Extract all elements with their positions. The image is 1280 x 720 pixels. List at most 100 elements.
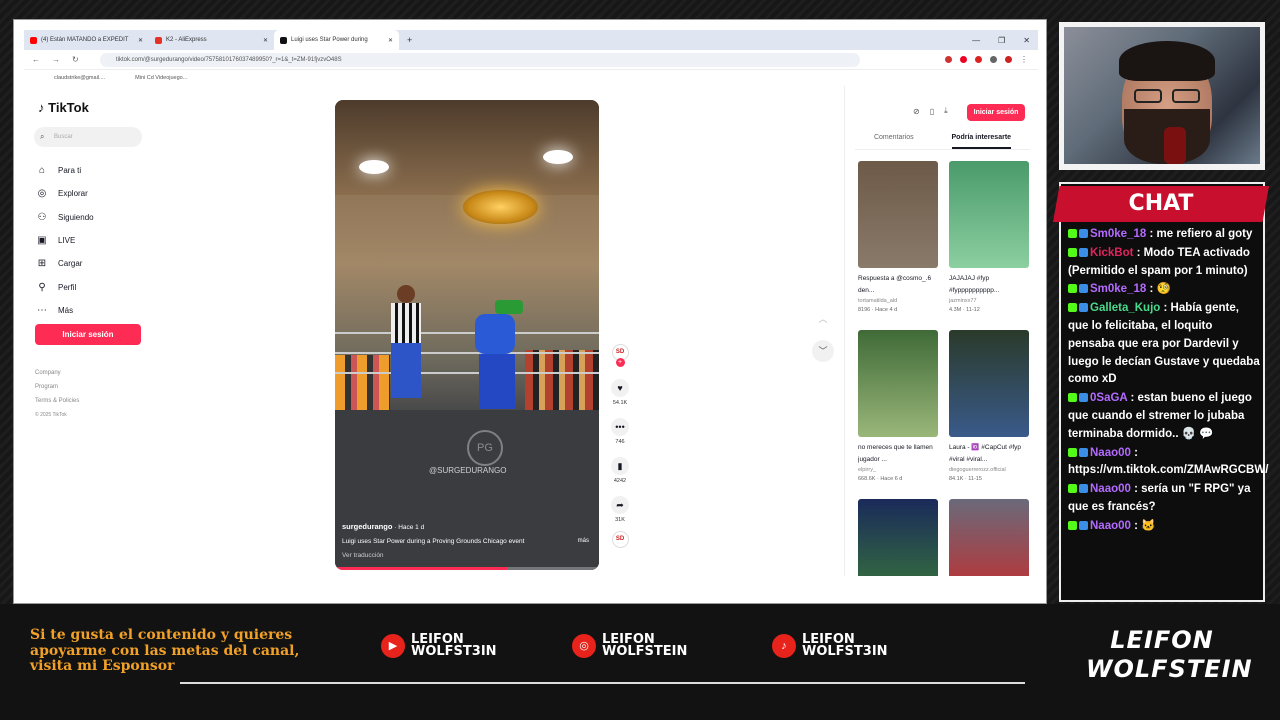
url-input[interactable]: tiktok.com/@surgedurango/video/757581017… (100, 53, 860, 67)
bookmark-item[interactable]: Mini Cd Videojuego... (135, 75, 187, 81)
video-progress-bar[interactable] (335, 567, 599, 570)
chat-username[interactable]: Sm0ke_18 (1090, 228, 1146, 240)
more-button[interactable]: más (578, 538, 589, 544)
sidebar-item-explorar[interactable]: ◎ Explorar (36, 182, 94, 205)
card-views: 668.6K (858, 476, 876, 482)
video-author[interactable]: surgedurango (342, 522, 392, 531)
card-author[interactable]: tortamatilda_ald (858, 298, 938, 304)
new-tab-button[interactable]: + (399, 35, 412, 45)
login-button[interactable]: Iniciar sesión (35, 324, 141, 345)
tiktok-logo[interactable]: ♪ TikTok (38, 100, 89, 115)
share-button[interactable]: ➦ (611, 496, 629, 514)
youtube-favicon-icon (30, 36, 37, 44)
card-title: no mereces que te llamen jugador ... (858, 444, 933, 463)
close-icon[interactable]: ✕ (263, 37, 268, 44)
card-author[interactable]: jazminxx77 (949, 298, 1029, 304)
tab-aliexpress[interactable]: K2 - AliExpress ✕ (149, 30, 274, 50)
footer-link[interactable]: Terms & Policies (35, 394, 79, 408)
chevron-up-icon[interactable]: ︿ (812, 308, 834, 330)
video-thumbnail[interactable] (858, 161, 938, 268)
chevron-down-icon[interactable]: ﹀ (812, 340, 834, 362)
close-icon[interactable]: ✕ (138, 37, 143, 44)
sidebar-item-cargar[interactable]: ⊞ Cargar (36, 252, 94, 275)
like-button[interactable]: ♥ (611, 379, 629, 397)
video-thumbnail[interactable] (949, 330, 1029, 437)
minimize-icon[interactable]: — (972, 36, 980, 45)
search-input[interactable]: ⌕ Buscar (34, 127, 142, 147)
chat-username[interactable]: Galleta_Kujo (1090, 302, 1160, 314)
compass-icon[interactable]: ⊘ (913, 107, 920, 116)
video-thumbnail[interactable] (858, 499, 938, 576)
url-text: tiktok.com/@surgedurango/video/757581017… (116, 57, 342, 63)
suggested-video-card[interactable]: · (949, 499, 1029, 576)
sidebar-item-mas[interactable]: ⋯ Más (36, 299, 94, 322)
download-icon[interactable]: ⤓ (944, 106, 948, 116)
suggested-video-card[interactable]: Laura - 🆔 #CapCut #fyp #viral #viral... … (949, 330, 1029, 499)
phone-icon[interactable]: ▯ (930, 107, 934, 116)
suggested-video-card[interactable]: · (858, 499, 938, 576)
comment-count: 746 (615, 439, 625, 445)
back-icon[interactable]: ← (32, 55, 40, 64)
video-player[interactable]: PG @SURGEDURANGO surgedurango · Hace 1 d… (335, 100, 599, 570)
restore-icon[interactable]: ❐ (998, 36, 1005, 45)
close-window-icon[interactable]: ✕ (1023, 36, 1030, 45)
tab-comentarios[interactable]: Comentarios (874, 134, 914, 149)
sidebar-menu: ⌂ Para ti ◎ Explorar ⚇ Siguiendo ▣ LIVE ⊞ Car… (36, 159, 94, 322)
chat-message: Naao00 : https://vm.tiktok.com/ZMAwRGCBW… (1068, 445, 1268, 481)
save-count: 4242 (613, 478, 627, 484)
sidebar-item-perfil[interactable]: ⚲ Perfil (36, 275, 94, 298)
tab-tiktok[interactable]: Luigi uses Star Power during ✕ (274, 30, 399, 50)
extension-icon[interactable] (975, 56, 982, 63)
translate-link[interactable]: Ver traducción (342, 549, 524, 563)
chat-messages: Sm0ke_18 : me refiero al goty KickBot : M… (1068, 226, 1268, 537)
sidebar-item-label: Siguiendo (58, 212, 94, 222)
chat-username[interactable]: Naao00 (1090, 447, 1131, 459)
right-login-button[interactable]: Iniciar sesión (967, 104, 1025, 121)
puzzle-icon[interactable] (990, 56, 997, 63)
video-thumbnail[interactable] (858, 330, 938, 437)
video-thumbnail[interactable] (949, 499, 1029, 576)
sidebar-item-siguiendo[interactable]: ⚇ Siguiendo (36, 206, 94, 229)
bookmark-button[interactable]: ▮ (611, 457, 629, 475)
extension-icon[interactable] (945, 56, 952, 63)
webcam-feed (1064, 27, 1260, 164)
microphone-icon (1164, 127, 1186, 164)
video-thumbnail[interactable] (949, 161, 1029, 268)
chat-message: KickBot : Modo TEA activado (Permitido e… (1068, 245, 1260, 281)
suggested-video-card[interactable]: no mereces que te llamen jugador ... elp… (858, 330, 938, 499)
card-author[interactable]: diegoguerrerozz.official (949, 467, 1029, 473)
chat-username[interactable]: KickBot (1090, 247, 1133, 259)
social-instagram: ◎ LEIFON WOLFSTEIN (572, 633, 687, 658)
kick-badge-icon (1068, 484, 1077, 494)
sidebar-item-live[interactable]: ▣ LIVE (36, 229, 94, 252)
chat-username[interactable]: Sm0ke_18 (1090, 283, 1146, 295)
opera-icon[interactable] (960, 56, 967, 63)
forward-icon[interactable]: → (52, 55, 60, 64)
comment-button[interactable]: ••• (611, 418, 629, 436)
badge-icon (1079, 484, 1088, 494)
chat-username[interactable]: Naao00 (1090, 520, 1131, 532)
social-tiktok: ♪ LEIFON WOLFST3IN (772, 633, 888, 658)
sidebar-item-para-ti[interactable]: ⌂ Para ti (36, 159, 94, 182)
sidebar-footer: Company Program Terms & Policies © 2025 … (35, 366, 79, 422)
profile-icon[interactable] (1005, 56, 1012, 63)
tab-youtube[interactable]: (4) Están MATANDO a EXPEDIT ✕ (24, 30, 149, 50)
suggested-video-card[interactable]: Respuesta a @cosmo_.6 den... tortamatild… (858, 161, 938, 330)
footer-link[interactable]: Program (35, 380, 79, 394)
menu-dots-icon[interactable]: ⋮ (1020, 55, 1028, 64)
reload-icon[interactable]: ↻ (72, 55, 79, 64)
close-icon[interactable]: ✕ (388, 37, 393, 44)
footer-divider (180, 682, 1025, 684)
chat-username[interactable]: 0SaGA (1090, 392, 1127, 404)
bookmark-item[interactable]: claudstrike@gmail.... (54, 75, 105, 81)
sound-avatar[interactable]: SD (611, 531, 629, 548)
tab-label: Luigi uses Star Power during (291, 37, 368, 43)
suggested-video-card[interactable]: JAJAJAJ #fyp #fypppppppppp... jazminxx77… (949, 161, 1029, 330)
chat-username[interactable]: Naao00 (1090, 483, 1131, 495)
search-icon: ⌕ (40, 132, 45, 141)
footer-link[interactable]: Company (35, 366, 79, 380)
tab-podria-interesarte[interactable]: Podría interesarte (951, 134, 1012, 149)
follow-plus-icon[interactable]: + (615, 358, 625, 367)
share-count: 31K (615, 517, 625, 523)
card-author[interactable]: elpirry_ (858, 467, 938, 473)
